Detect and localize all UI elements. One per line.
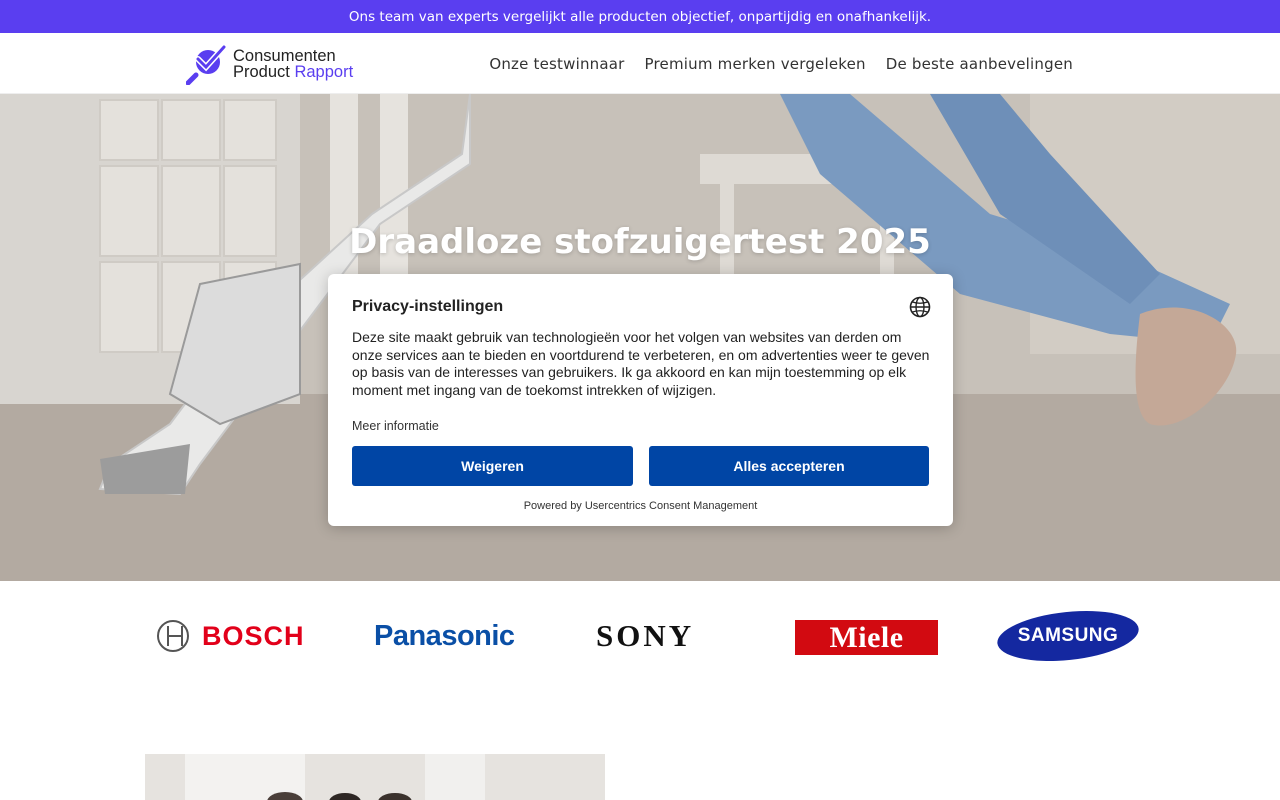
main-nav: Onze testwinnaar Premium merken vergelek… bbox=[489, 33, 1073, 94]
announcement-bar: Ons team van experts vergelijkt alle pro… bbox=[0, 0, 1280, 33]
site-logo[interactable]: Consumenten Product Rapport bbox=[186, 43, 353, 85]
nav-testwinnaar[interactable]: Onze testwinnaar bbox=[489, 55, 624, 73]
logo-wordmark: Consumenten Product Rapport bbox=[233, 48, 354, 81]
site-header: Consumenten Product Rapport Onze testwin… bbox=[0, 33, 1280, 94]
nav-aanbevelingen[interactable]: De beste aanbevelingen bbox=[886, 55, 1073, 73]
consent-dialog: Privacy-instellingen Deze site maakt geb… bbox=[328, 274, 953, 526]
consent-title: Privacy-instellingen bbox=[352, 298, 504, 315]
powered-by-link[interactable]: Powered by Usercentrics Consent Manageme… bbox=[328, 500, 953, 512]
globe-icon[interactable] bbox=[909, 296, 931, 318]
accept-all-button[interactable]: Alles accepteren bbox=[649, 446, 929, 486]
nav-premium-merken[interactable]: Premium merken vergeleken bbox=[645, 55, 866, 73]
logo-line-2b: Rapport bbox=[294, 63, 354, 81]
deny-button[interactable]: Weigeren bbox=[352, 446, 633, 486]
logo-line-2a: Product bbox=[233, 63, 295, 81]
logo-line-2: Product Rapport bbox=[233, 63, 354, 81]
magnifier-check-icon bbox=[186, 44, 227, 85]
announcement-text: Ons team van experts vergelijkt alle pro… bbox=[348, 8, 932, 25]
consent-body: Deze site maakt gebruik van technologieë… bbox=[352, 329, 930, 398]
more-info-link[interactable]: Meer informatie bbox=[352, 419, 439, 433]
